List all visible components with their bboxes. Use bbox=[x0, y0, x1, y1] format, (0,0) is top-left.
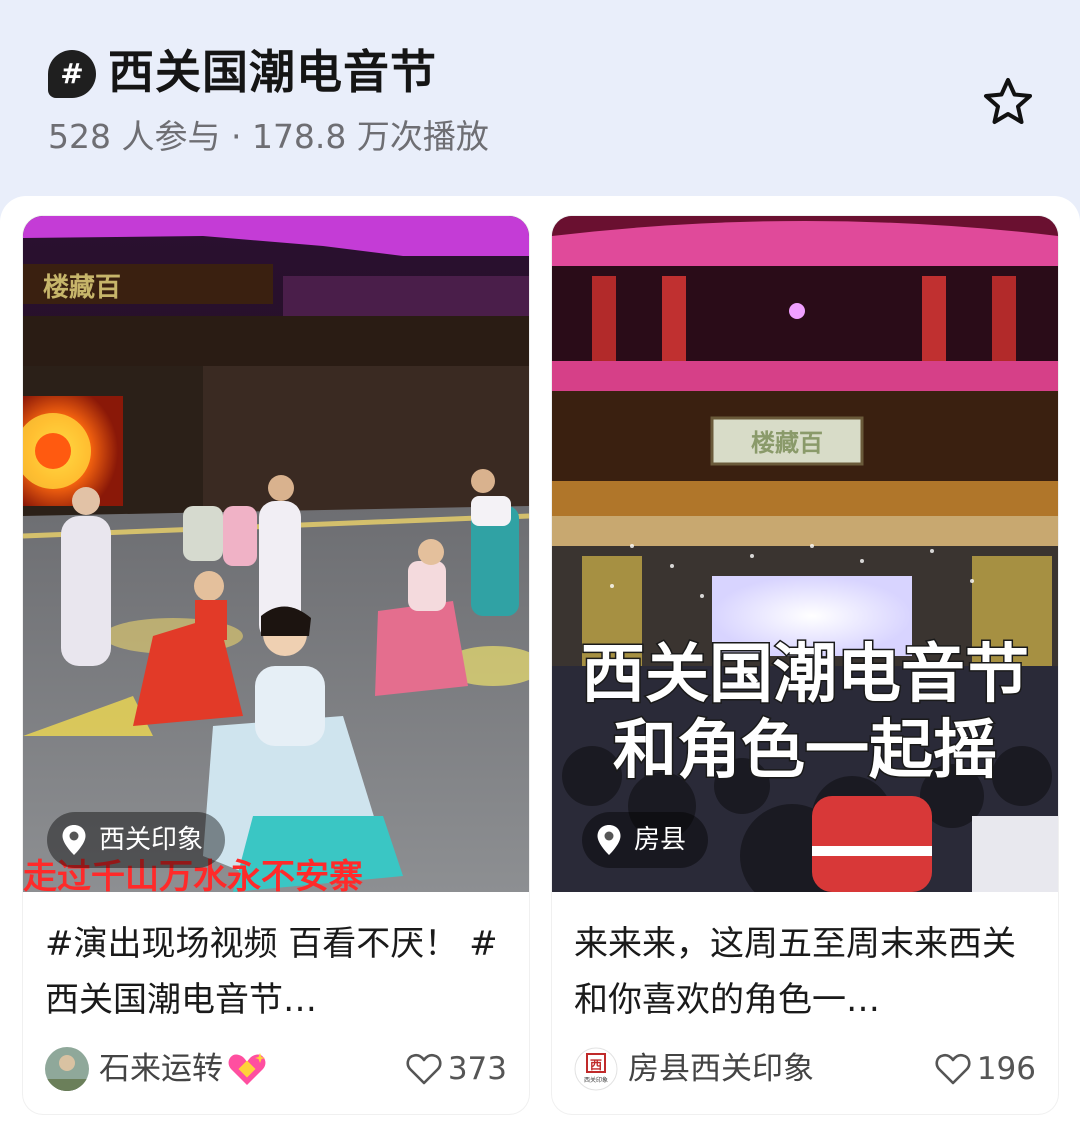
heart-outline-icon bbox=[935, 1053, 971, 1085]
location-pin-icon bbox=[597, 825, 621, 855]
topic-title: 西关国潮电音节 bbox=[108, 45, 437, 99]
video-card[interactable]: 楼藏百 西关国潮电音节 和角色一起摇 房县 来来来，这周五至周末来西关和你喜欢的… bbox=[552, 216, 1058, 1114]
cover-overlay-line2: 和角色一起摇 bbox=[613, 714, 997, 788]
cover-sign-text: 楼藏百 bbox=[751, 428, 823, 457]
topic-stats: 528 人参与 · 178.8 万次播放 bbox=[48, 117, 489, 156]
like-button[interactable]: 373 bbox=[406, 1047, 507, 1091]
sparkling-heart-icon bbox=[228, 1053, 266, 1085]
author-name[interactable]: 石来运转 bbox=[99, 1047, 223, 1091]
cover-overlay-line1: 西关国潮电音节 bbox=[581, 638, 1029, 712]
hashtag-icon: # bbox=[48, 50, 96, 98]
like-count: 373 bbox=[447, 1051, 507, 1087]
avatar-logo-caption: 西关印象 bbox=[584, 1076, 608, 1084]
video-card[interactable]: 楼藏百 走过千山万水永不安寨 西关印象 #演出现场视频 百看不厌！ #西关国潮电… bbox=[23, 216, 529, 1114]
topic-header: # 西关国潮电音节 528 人参与 · 178.8 万次播放 bbox=[0, 0, 1080, 196]
favorite-star-icon[interactable] bbox=[980, 74, 1036, 130]
location-label: 房县 bbox=[634, 825, 687, 855]
author-row[interactable]: 石来运转 373 bbox=[45, 1046, 507, 1092]
location-pin-icon bbox=[62, 825, 86, 855]
avatar[interactable] bbox=[45, 1047, 89, 1091]
author-row[interactable]: 西 西关印象 房县西关印象 196 bbox=[574, 1046, 1036, 1092]
heart-outline-icon bbox=[406, 1053, 442, 1085]
like-button[interactable]: 196 bbox=[935, 1047, 1036, 1091]
avatar-logo-text: 西 bbox=[590, 1058, 602, 1072]
cover-sign-text: 楼藏百 bbox=[43, 273, 121, 303]
video-caption[interactable]: 来来来，这周五至周末来西关和你喜欢的角色一… bbox=[574, 916, 1036, 1028]
video-cover[interactable]: 楼藏百 走过千山万水永不安寨 西关印象 bbox=[23, 216, 529, 892]
author-name[interactable]: 房县西关印象 bbox=[628, 1047, 814, 1091]
video-caption[interactable]: #演出现场视频 百看不厌！ #西关国潮电音节… bbox=[45, 916, 507, 1028]
location-tag[interactable]: 西关印象 bbox=[47, 812, 226, 868]
avatar[interactable]: 西 西关印象 bbox=[574, 1047, 618, 1091]
video-cover[interactable]: 楼藏百 西关国潮电音节 和角色一起摇 房县 bbox=[552, 216, 1058, 892]
like-count: 196 bbox=[976, 1051, 1036, 1087]
location-tag[interactable]: 房县 bbox=[582, 812, 709, 868]
location-label: 西关印象 bbox=[99, 825, 204, 855]
